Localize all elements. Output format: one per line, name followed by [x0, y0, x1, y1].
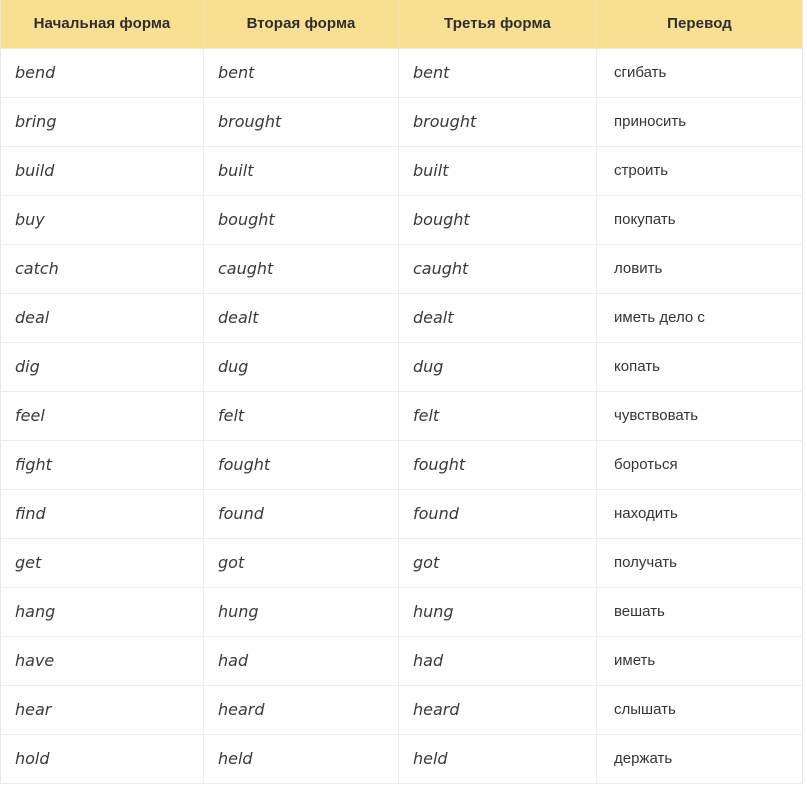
- table-row: bring brought brought приносить: [0, 97, 803, 147]
- irregular-verbs-table: Начальная форма Вторая форма Третья форм…: [0, 0, 803, 784]
- cell-base-form: feel: [0, 391, 204, 441]
- table-row: find found found находить: [0, 489, 803, 539]
- table-row: deal dealt dealt иметь дело с: [0, 293, 803, 343]
- cell-translation: иметь дело с: [596, 293, 803, 343]
- cell-translation: слышать: [596, 685, 803, 735]
- cell-translation: чувствовать: [596, 391, 803, 441]
- table-header-row: Начальная форма Вторая форма Третья форм…: [0, 0, 803, 49]
- column-header-translation: Перевод: [596, 0, 803, 49]
- cell-base-form: build: [0, 146, 204, 196]
- cell-translation: находить: [596, 489, 803, 539]
- cell-third-form: found: [398, 489, 597, 539]
- cell-base-form: deal: [0, 293, 204, 343]
- cell-third-form: held: [398, 734, 597, 784]
- cell-base-form: get: [0, 538, 204, 588]
- cell-base-form: dig: [0, 342, 204, 392]
- cell-translation: бороться: [596, 440, 803, 490]
- cell-second-form: fought: [203, 440, 399, 490]
- table-row: feel felt felt чувствовать: [0, 391, 803, 441]
- cell-third-form: fought: [398, 440, 597, 490]
- cell-second-form: bent: [203, 48, 399, 98]
- cell-third-form: built: [398, 146, 597, 196]
- cell-translation: строить: [596, 146, 803, 196]
- cell-base-form: have: [0, 636, 204, 686]
- column-header-base-form: Начальная форма: [0, 0, 204, 49]
- table-row: buy bought bought покупать: [0, 195, 803, 245]
- cell-translation: держать: [596, 734, 803, 784]
- cell-base-form: bring: [0, 97, 204, 147]
- table-row: hold held held держать: [0, 734, 803, 784]
- cell-third-form: felt: [398, 391, 597, 441]
- cell-third-form: caught: [398, 244, 597, 294]
- cell-second-form: felt: [203, 391, 399, 441]
- cell-third-form: bent: [398, 48, 597, 98]
- cell-translation: приносить: [596, 97, 803, 147]
- cell-translation: получать: [596, 538, 803, 588]
- cell-second-form: caught: [203, 244, 399, 294]
- table-header: Начальная форма Вторая форма Третья форм…: [0, 0, 803, 49]
- table-row: fight fought fought бороться: [0, 440, 803, 490]
- cell-second-form: had: [203, 636, 399, 686]
- cell-third-form: got: [398, 538, 597, 588]
- table-row: bend bent bent сгибать: [0, 48, 803, 98]
- cell-base-form: buy: [0, 195, 204, 245]
- cell-third-form: had: [398, 636, 597, 686]
- table-row: hang hung hung вешать: [0, 587, 803, 637]
- cell-second-form: hung: [203, 587, 399, 637]
- cell-third-form: dug: [398, 342, 597, 392]
- table-row: build built built строить: [0, 146, 803, 196]
- cell-second-form: dealt: [203, 293, 399, 343]
- cell-second-form: bought: [203, 195, 399, 245]
- cell-translation: ловить: [596, 244, 803, 294]
- cell-translation: вешать: [596, 587, 803, 637]
- cell-second-form: brought: [203, 97, 399, 147]
- cell-translation: копать: [596, 342, 803, 392]
- table-body: bend bent bent сгибать bring brought brought пр…: [0, 48, 803, 784]
- cell-second-form: held: [203, 734, 399, 784]
- cell-base-form: hear: [0, 685, 204, 735]
- cell-base-form: catch: [0, 244, 204, 294]
- cell-base-form: hang: [0, 587, 204, 637]
- irregular-verbs-table-container: Начальная форма Вторая форма Третья форм…: [0, 0, 807, 797]
- cell-base-form: bend: [0, 48, 204, 98]
- cell-third-form: heard: [398, 685, 597, 735]
- cell-translation: покупать: [596, 195, 803, 245]
- cell-third-form: dealt: [398, 293, 597, 343]
- table-row: catch caught caught ловить: [0, 244, 803, 294]
- cell-third-form: brought: [398, 97, 597, 147]
- column-header-third-form: Третья форма: [398, 0, 597, 49]
- cell-third-form: bought: [398, 195, 597, 245]
- cell-second-form: built: [203, 146, 399, 196]
- table-row: get got got получать: [0, 538, 803, 588]
- cell-second-form: heard: [203, 685, 399, 735]
- cell-base-form: hold: [0, 734, 204, 784]
- cell-second-form: found: [203, 489, 399, 539]
- cell-base-form: find: [0, 489, 204, 539]
- cell-second-form: dug: [203, 342, 399, 392]
- cell-base-form: fight: [0, 440, 204, 490]
- cell-translation: иметь: [596, 636, 803, 686]
- table-row: dig dug dug копать: [0, 342, 803, 392]
- cell-third-form: hung: [398, 587, 597, 637]
- cell-second-form: got: [203, 538, 399, 588]
- table-row: hear heard heard слышать: [0, 685, 803, 735]
- table-row: have had had иметь: [0, 636, 803, 686]
- column-header-second-form: Вторая форма: [203, 0, 399, 49]
- cell-translation: сгибать: [596, 48, 803, 98]
